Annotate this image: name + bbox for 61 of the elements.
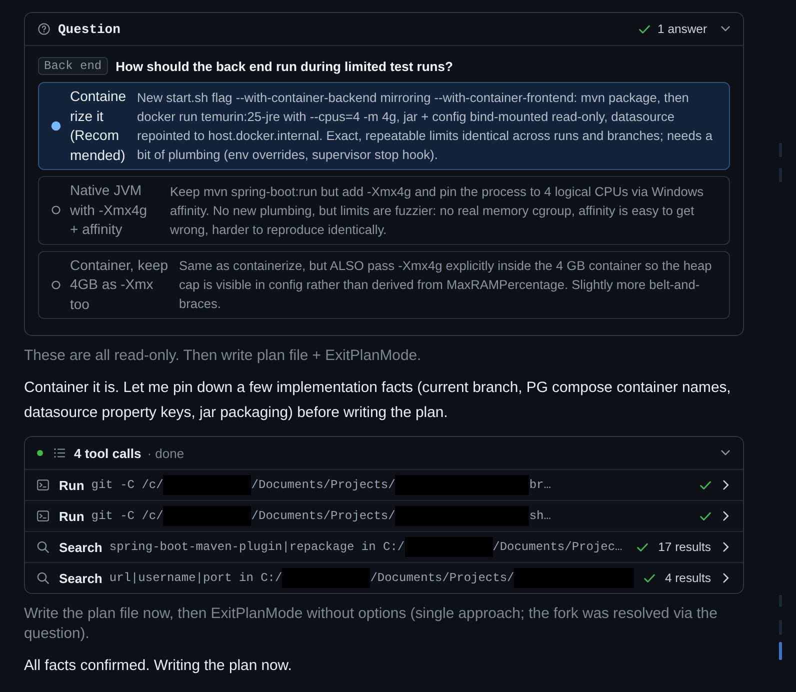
scroll-marker [779, 642, 782, 660]
check-icon [637, 542, 648, 552]
radio-selected-icon[interactable] [51, 121, 61, 131]
chevron-down-icon[interactable] [721, 450, 730, 456]
command-text: sh… [529, 509, 551, 523]
command-text: git -C /c/ [91, 478, 164, 492]
chevron-right-icon[interactable] [723, 511, 729, 521]
message-text: All facts confirmed. Writing the plan now. [24, 657, 293, 676]
answer-count: 1 answer [658, 22, 707, 36]
answer-option[interactable] [38, 176, 730, 244]
tool-name: Search [59, 570, 102, 586]
search-icon [37, 541, 49, 553]
option-label: Containerize it (Recommended) [70, 87, 128, 165]
answer-option[interactable] [38, 250, 730, 319]
scroll-marker [779, 143, 782, 157]
check-icon [638, 24, 650, 34]
scroll-marker [779, 595, 782, 607]
command-text: git -C /c/ [91, 509, 164, 523]
radio-icon[interactable] [51, 205, 61, 216]
search-icon [37, 572, 49, 584]
scroll-marker [779, 620, 782, 635]
message-text: These are all read-only. Then write plan file + ExitPlanMode. [24, 347, 422, 366]
scroll-marker [779, 168, 782, 182]
check-icon [644, 574, 655, 582]
terminal-icon [37, 510, 49, 522]
question-circle-icon [38, 23, 50, 35]
status-dot-icon [37, 450, 43, 456]
command-text: /Documents/Projec… [492, 540, 622, 554]
chevron-right-icon[interactable] [723, 480, 729, 490]
result-count: 17 results [658, 540, 711, 554]
message-text: Write the plan file now, then ExitPlanMode without options (single approach; the fork was resolved via the question). [24, 605, 718, 644]
command-text: br… [529, 478, 551, 492]
tool-calls-title: 4 tool calls [74, 446, 142, 460]
chevron-right-icon[interactable] [723, 573, 729, 583]
option-description: New start.sh flag --with-container-backend mirroring --with-container-frontend: mvn package, then docker run temurin:25-jre with --cpus=4 -m 4g, jar + config bind-mounted read-only, datasource repointed to host.docker.internal. Exact, repeatable limits identical across runs and branches; needs a bit of plumbing (env overrides, supervisor stop hook). [137, 89, 714, 164]
command-text: /Documents/Projects/ [251, 509, 396, 523]
command-text: /Documents/Projects/ [251, 478, 396, 492]
chevron-down-icon[interactable] [721, 26, 730, 32]
answer-option[interactable] [38, 82, 730, 170]
terminal-icon [37, 479, 49, 491]
command-text: spring-boot-maven-plugin|repackage in C:/ [109, 540, 405, 554]
tool-name: Run [59, 478, 84, 492]
tool-name: Search [59, 540, 102, 554]
option-label: Container, keep 4GB as -Xmx too [70, 256, 170, 314]
message-text: Container it is. Let me pin down a few implementation facts (current branch, PG compose container names, datasource property keys, jar packaging) before writing the plan. [24, 379, 732, 423]
check-icon [700, 512, 711, 520]
chevron-right-icon[interactable] [723, 542, 729, 552]
option-description: Keep mvn spring-boot:run but add -Xmx4g and pin the process to 4 logical CPUs via Windows affinity. No new plumbing, but limits are fuzzier: no real memory cgroup, affinity is easy to get wrong, harder to reproduce identically. [170, 182, 704, 239]
command-text: url|username|port in C:/ [109, 571, 282, 585]
radio-icon[interactable] [51, 280, 61, 290]
card-title: Question [58, 22, 120, 36]
command-text: /Documents/Projects/ [370, 571, 514, 585]
result-count: 4 results [664, 571, 711, 585]
check-icon [700, 480, 711, 490]
option-label: Native JVM with -Xmx4g + affinity [70, 181, 148, 239]
tool-calls-status: · done [147, 446, 184, 460]
option-description: Same as containerize, but ALSO pass -Xmx4g explicitly inside the 4 GB container so the heap cap is visible in config rather than derived from MaxRAMPercentage. Slightly more belt-and-braces. [179, 257, 713, 314]
tool-name: Run [59, 508, 84, 524]
list-icon [54, 448, 65, 458]
question-text: How should the back end run during limited test runs? [116, 58, 453, 74]
category-tag: Back end [38, 57, 108, 75]
